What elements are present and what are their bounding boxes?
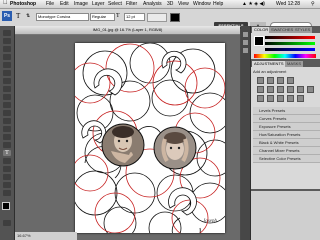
lasso-tool-icon[interactable]: [3, 46, 11, 52]
preset-hue-saturation[interactable]: Hue/Saturation Presets: [253, 131, 320, 139]
quick-select-tool-icon[interactable]: [3, 54, 11, 60]
zoom-level[interactable]: 16.67%: [17, 233, 31, 238]
add-adjustment-label: Add an adjustment: [253, 69, 287, 74]
menu-view[interactable]: View: [178, 1, 189, 7]
threshold-icon[interactable]: [277, 95, 284, 102]
font-family-field[interactable]: Monotype Corsiva: [36, 13, 89, 21]
menu-3d[interactable]: 3D: [167, 1, 173, 7]
shape-tool-icon[interactable]: [3, 166, 11, 172]
alignment-buttons[interactable]: [147, 13, 167, 22]
portrait-right: [153, 126, 197, 170]
blur-tool-icon[interactable]: [3, 126, 11, 132]
curves-icon[interactable]: [277, 77, 284, 84]
image-canvas[interactable]: Joseph: [75, 43, 225, 233]
paragraph-panel-icon[interactable]: [243, 48, 248, 53]
type-tool-icon[interactable]: T: [3, 150, 11, 156]
red-slider[interactable]: [265, 36, 315, 39]
font-style-field[interactable]: Regular: [90, 13, 115, 21]
selective-color-icon[interactable]: [297, 95, 304, 102]
blue-slider[interactable]: [265, 48, 315, 51]
ps-logo-icon: Ps: [2, 11, 12, 21]
adjustments-panel: Add an adjustment Levels Presets Curves …: [251, 67, 320, 189]
menu-filter[interactable]: Filter: [126, 1, 137, 7]
menu-file[interactable]: File: [46, 1, 54, 7]
eraser-tool-icon[interactable]: [3, 110, 11, 116]
circle-artwork: [75, 43, 225, 233]
preset-black-white[interactable]: Black & White Presets: [253, 139, 320, 147]
invert-icon[interactable]: [257, 95, 264, 102]
menu-clock: Wed 12:28: [276, 1, 301, 7]
3d-rotate-tool-icon[interactable]: [3, 174, 11, 180]
color-ramp[interactable]: [254, 54, 316, 58]
menu-select[interactable]: Select: [108, 1, 122, 7]
hue-saturation-icon[interactable]: [267, 86, 274, 93]
zoom-tool-icon[interactable]: [3, 190, 11, 196]
portrait-left: [101, 123, 145, 167]
apple-icon[interactable]: : [3, 0, 8, 6]
color-balance-icon[interactable]: [277, 86, 284, 93]
preset-channel-mixer[interactable]: Channel Mixer Presets: [253, 147, 320, 155]
gradient-map-icon[interactable]: [287, 95, 294, 102]
marquee-tool-icon[interactable]: [3, 38, 11, 44]
panel-column: COLOR SWATCHES STYLES ADJUSTMENTS MASKS …: [241, 26, 320, 240]
pen-tool-icon[interactable]: [3, 142, 11, 148]
healing-tool-icon[interactable]: [3, 78, 11, 84]
crop-tool-icon[interactable]: [3, 62, 11, 68]
hand-tool-icon[interactable]: [3, 182, 11, 188]
menu-bar:  Photoshop File Edit Image Layer Select…: [0, 0, 320, 9]
font-size-field[interactable]: 12 pt: [124, 13, 145, 21]
status-bar: 16.67%: [15, 232, 77, 240]
menu-layer[interactable]: Layer: [92, 1, 105, 7]
tools-panel: T: [0, 26, 15, 240]
photo-filter-icon[interactable]: [297, 86, 304, 93]
preset-levels[interactable]: Levels Presets: [253, 107, 320, 115]
green-slider[interactable]: [265, 42, 315, 45]
document-tab[interactable]: IMG_01.jpg @ 16.7% (Layer 1, RGB/8): [15, 26, 240, 35]
exposure-icon[interactable]: [287, 77, 294, 84]
preset-selective-color[interactable]: Selective Color Presets: [253, 155, 320, 163]
menu-window[interactable]: Window: [193, 1, 211, 7]
levels-icon[interactable]: [267, 77, 274, 84]
menu-image[interactable]: Image: [74, 1, 88, 7]
status-icons[interactable]: ▲ ★ ◈ ◀): [242, 1, 265, 7]
spotlight-icon[interactable]: ⚲: [311, 1, 315, 7]
menu-app-name[interactable]: Photoshop: [10, 1, 36, 7]
dodge-tool-icon[interactable]: [3, 134, 11, 140]
history-brush-tool-icon[interactable]: [3, 102, 11, 108]
black-white-icon[interactable]: [287, 86, 294, 93]
options-bar: Ps T ⇅ Monotype Corsiva Regular T 12 pt …: [0, 9, 320, 31]
menu-edit[interactable]: Edit: [60, 1, 69, 7]
character-panel-icon[interactable]: [243, 40, 248, 45]
brightness-contrast-icon[interactable]: [257, 77, 264, 84]
menu-help[interactable]: Help: [213, 1, 223, 7]
orientation-toggle-icon[interactable]: ⇅: [26, 13, 32, 20]
quick-mask-icon[interactable]: [3, 220, 11, 226]
layers-panel: [251, 191, 320, 240]
posterize-icon[interactable]: [267, 95, 274, 102]
history-panel-icon[interactable]: [243, 32, 248, 37]
preset-exposure[interactable]: Exposure Presets: [253, 123, 320, 131]
type-tool-icon[interactable]: T: [16, 13, 24, 20]
eyedropper-tool-icon[interactable]: [3, 70, 11, 76]
channel-mixer-icon[interactable]: [307, 86, 314, 93]
signature-text: Joseph: [203, 219, 217, 224]
panel-icon-dock: [241, 26, 251, 240]
color-fg-swatch[interactable]: [254, 36, 264, 46]
menu-analysis[interactable]: Analysis: [143, 1, 162, 7]
vibrance-icon[interactable]: [257, 86, 264, 93]
color-panel: [251, 33, 320, 59]
clone-tool-icon[interactable]: [3, 94, 11, 100]
gradient-tool-icon[interactable]: [3, 118, 11, 124]
path-select-tool-icon[interactable]: [3, 158, 11, 164]
preset-curves[interactable]: Curves Presets: [253, 115, 320, 123]
move-tool-icon[interactable]: [3, 30, 11, 36]
foreground-color-swatch[interactable]: [2, 202, 10, 210]
text-color-swatch[interactable]: [170, 13, 180, 22]
font-size-icon: T: [116, 13, 120, 19]
brush-tool-icon[interactable]: [3, 86, 11, 92]
